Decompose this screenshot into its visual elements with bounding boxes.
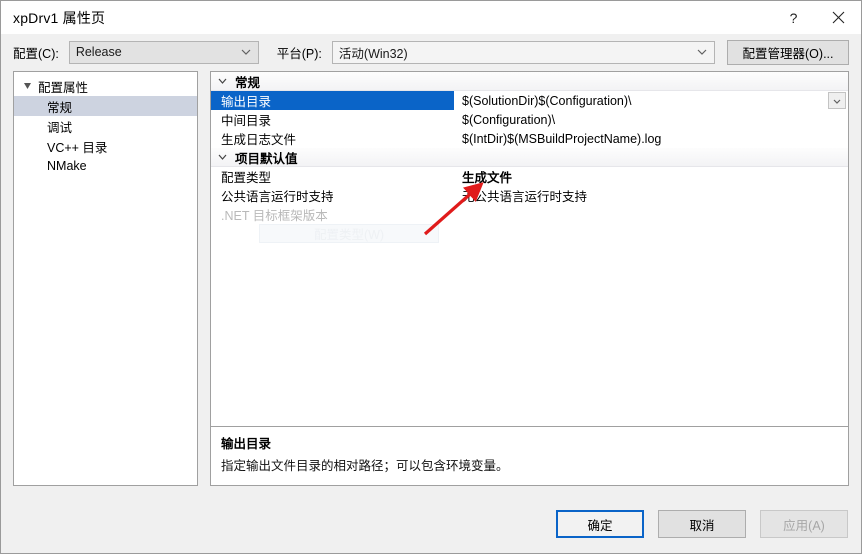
configuration-label: 配置(C): [13, 46, 59, 61]
grid-section-project-defaults-label: 项目默认值 [235, 151, 298, 166]
fading-tooltip: 配置类型(W) [259, 224, 439, 243]
platform-label: 平台(P): [276, 46, 322, 61]
title-bar: xpDrv1 属性页 ? [1, 1, 861, 34]
dialog-body: 配置属性 常规 调试 VC++ 目录 NMake 常规 输出目录 $(Solut… [1, 71, 861, 495]
grid-row-dotnet-framework-version-name: .NET 目标框架版本 [221, 209, 328, 223]
grid-row-output-directory[interactable]: 输出目录 $(SolutionDir)$(Configuration)\ [211, 91, 848, 110]
grid-row-output-directory-name: 输出目录 [211, 91, 454, 110]
chevron-down-icon [696, 46, 708, 58]
configuration-bar: 配置(C): Release 平台(P): 活动(Win32) 配置管理器(O)… [1, 34, 861, 71]
tree-item-vcpp-directories-label: VC++ 目录 [47, 140, 108, 155]
apply-button: 应用(A) [760, 510, 848, 538]
description-panel: 输出目录 指定输出文件目录的相对路径；可以包含环境变量。 [210, 426, 849, 486]
tree-item-vcpp-directories[interactable]: VC++ 目录 [14, 136, 197, 156]
property-pages-dialog: xpDrv1 属性页 ? 配置(C): Release 平台(P): 活动(Wi… [0, 0, 862, 554]
grid-row-intermediate-directory-value[interactable]: $(Configuration)\ [454, 113, 848, 127]
description-title: 输出目录 [221, 437, 272, 451]
configuration-manager-button[interactable]: 配置管理器(O)... [727, 39, 849, 65]
property-grid[interactable]: 常规 输出目录 $(SolutionDir)$(Configuration)\ … [210, 71, 849, 426]
tree-item-debugging[interactable]: 调试 [14, 116, 197, 136]
tree-item-general[interactable]: 常规 [14, 96, 197, 116]
value-dropdown-button[interactable] [828, 92, 846, 109]
grid-section-project-defaults-name: 项目默认值 [211, 148, 454, 167]
grid-row-configuration-type[interactable]: 配置类型 生成文件 [211, 167, 848, 186]
description-text: 指定输出文件目录的相对路径；可以包含环境变量。 [221, 459, 509, 473]
grid-section-header-general[interactable]: 常规 [211, 72, 848, 91]
grid-section-general-name: 常规 [211, 72, 454, 91]
window-controls: ? [771, 1, 861, 34]
grid-row-clr-support-value[interactable]: 无公共语言运行时支持 [454, 186, 848, 205]
grid-row-configuration-type-value[interactable]: 生成文件 [454, 167, 848, 186]
tree-item-nmake[interactable]: NMake [14, 156, 197, 176]
property-tree[interactable]: 配置属性 常规 调试 VC++ 目录 NMake [13, 71, 198, 486]
grid-row-intermediate-directory[interactable]: 中间目录 $(Configuration)\ [211, 110, 848, 129]
cancel-button[interactable]: 取消 [658, 510, 746, 538]
grid-row-build-log-file-value[interactable]: $(IntDir)$(MSBuildProjectName).log [454, 132, 848, 146]
configuration-combo[interactable]: Release [68, 40, 259, 64]
tree-item-root-label: 配置属性 [38, 80, 89, 95]
chevron-down-icon[interactable] [217, 151, 229, 163]
configuration-combo-value: Release [75, 45, 122, 59]
tree-item-nmake-label: NMake [47, 159, 87, 173]
expander-triangle-icon[interactable] [20, 79, 34, 93]
grid-row-build-log-file[interactable]: 生成日志文件 $(IntDir)$(MSBuildProjectName).lo… [211, 129, 848, 148]
grid-row-build-log-file-name: 生成日志文件 [221, 133, 297, 147]
help-icon[interactable]: ? [771, 1, 816, 34]
grid-row-intermediate-directory-name: 中间目录 [221, 114, 272, 128]
grid-row-dotnet-framework-version[interactable]: .NET 目标框架版本 [211, 205, 848, 224]
help-glyph: ? [789, 9, 798, 26]
ok-button[interactable]: 确定 [556, 510, 644, 538]
grid-row-output-directory-value[interactable]: $(SolutionDir)$(Configuration)\ [454, 94, 848, 108]
tree-item-general-label: 常规 [47, 100, 73, 115]
platform-combo-value: 活动(Win32) [338, 46, 408, 61]
tree-item-root[interactable]: 配置属性 [14, 76, 197, 96]
grid-section-general-label: 常规 [235, 75, 261, 90]
grid-section-header-project-defaults[interactable]: 项目默认值 [211, 148, 848, 167]
property-pane: 常规 输出目录 $(SolutionDir)$(Configuration)\ … [210, 71, 849, 486]
platform-combo[interactable]: 活动(Win32) [331, 40, 715, 64]
grid-row-configuration-type-name: 配置类型 [221, 171, 272, 185]
dialog-footer: 确定 取消 应用(A) [1, 495, 861, 553]
grid-row-clr-support[interactable]: 公共语言运行时支持 无公共语言运行时支持 [211, 186, 848, 205]
page-title: xpDrv1 属性页 [13, 9, 106, 26]
grid-row-clr-support-name: 公共语言运行时支持 [221, 190, 334, 204]
tree-item-debugging-label: 调试 [47, 120, 73, 135]
close-icon[interactable] [816, 1, 861, 34]
chevron-down-icon [240, 46, 252, 58]
chevron-down-icon[interactable] [217, 75, 229, 87]
